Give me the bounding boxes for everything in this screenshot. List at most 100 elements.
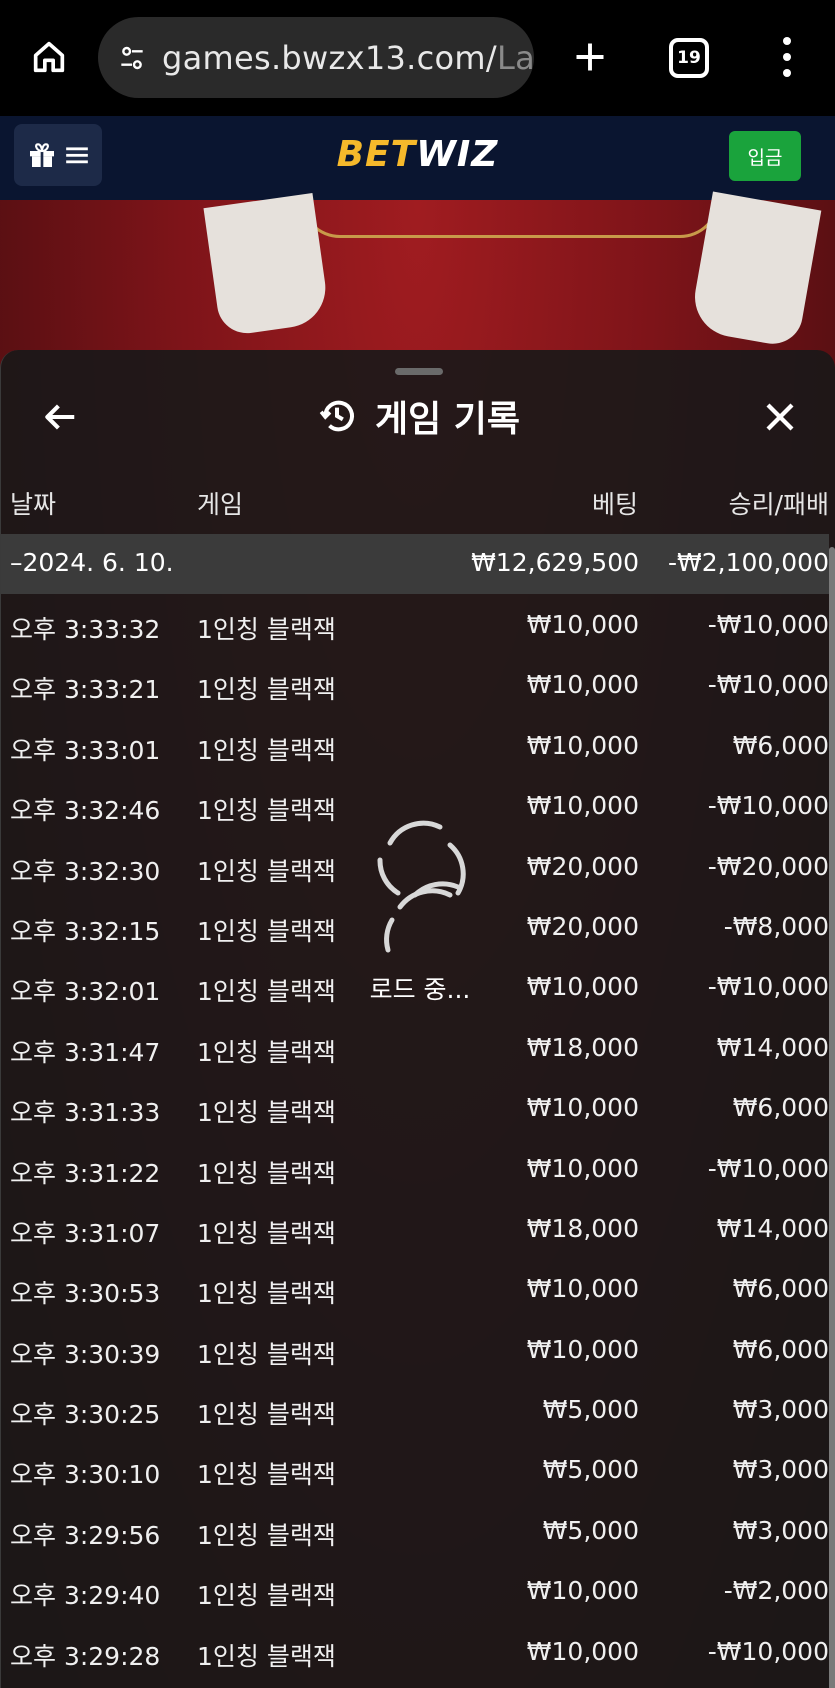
- drag-handle[interactable]: [395, 368, 443, 375]
- row-win-loss: ₩3,000: [732, 1455, 829, 1485]
- row-game: 1인칭 블랙잭: [197, 1339, 336, 1369]
- row-time: 오후 3:31:33: [10, 1098, 161, 1128]
- row-win-loss: ₩3,000: [732, 1395, 829, 1425]
- date-group-win-loss-total: -₩2,100,000: [668, 548, 829, 577]
- row-bet: ₩20,000: [526, 911, 639, 941]
- table-row[interactable]: 오후 3:29:56 1인칭 블랙잭 ₩5,000 ₩3,000: [1, 1500, 829, 1560]
- panel-title: 게임 기록: [1, 392, 835, 440]
- row-game: 1인칭 블랙잭: [197, 1581, 336, 1611]
- table-row[interactable]: 오후 3:30:25 1인칭 블랙잭 ₩5,000 ₩3,000: [1, 1379, 829, 1439]
- table-row[interactable]: 오후 3:33:21 1인칭 블랙잭 ₩10,000 -₩10,000: [1, 654, 829, 714]
- table-row[interactable]: 오후 3:31:07 1인칭 블랙잭 ₩18,000 ₩14,000: [1, 1198, 829, 1258]
- browser-toolbar: games.bwzx13.com/La 19: [0, 0, 835, 116]
- row-game: 1인칭 블랙잭: [197, 1520, 336, 1550]
- spinner-icon: [377, 820, 466, 953]
- home-button[interactable]: [24, 32, 74, 82]
- row-time: 오후 3:32:01: [10, 977, 161, 1007]
- loading-indicator: 로드 중...: [350, 815, 490, 1015]
- row-game: 1인칭 블랙잭: [197, 1218, 336, 1248]
- table-row[interactable]: 오후 3:33:32 1인칭 블랙잭 ₩10,000 -₩10,000: [1, 594, 829, 654]
- row-bet: ₩5,000: [542, 1515, 639, 1545]
- row-win-loss: -₩20,000: [707, 851, 829, 881]
- row-game: 1인칭 블랙잭: [197, 615, 336, 644]
- panel-title-text: 게임 기록: [374, 399, 520, 440]
- row-bet: ₩10,000: [526, 1093, 639, 1123]
- more-vert-icon[interactable]: [770, 32, 804, 82]
- row-win-loss: ₩3,000: [732, 1515, 829, 1545]
- row-win-loss: -₩10,000: [707, 610, 829, 639]
- history-list: 오후 3:33:32 1인칭 블랙잭 ₩10,000 -₩10,000 오후 3:33…: [1, 594, 829, 1681]
- scrollbar[interactable]: [829, 547, 835, 1688]
- row-time: 오후 3:30:39: [10, 1339, 161, 1369]
- dealer-arm-left: [203, 192, 331, 338]
- table-row[interactable]: 오후 3:29:28 1인칭 블랙잭 ₩10,000 -₩10,000: [1, 1621, 829, 1681]
- row-bet: ₩10,000: [526, 1576, 639, 1606]
- column-header-win-loss: 승리/패배: [728, 490, 829, 519]
- row-game: 1인칭 블랙잭: [197, 1641, 336, 1671]
- row-win-loss: -₩10,000: [707, 791, 829, 821]
- row-time: 오후 3:31:07: [10, 1218, 161, 1248]
- row-time: 오후 3:30:53: [10, 1279, 161, 1309]
- row-time: 오후 3:31:47: [10, 1037, 161, 1067]
- table-row[interactable]: 오후 3:31:22 1인칭 블랙잭 ₩10,000 -₩10,000: [1, 1138, 829, 1198]
- row-win-loss: ₩14,000: [716, 1213, 829, 1243]
- row-time: 오후 3:33:21: [10, 675, 161, 705]
- row-win-loss: ₩6,000: [732, 1334, 829, 1364]
- date-group-row[interactable]: –2024. 6. 10. ₩12,629,500 -₩2,100,000: [1, 534, 829, 594]
- row-time: 오후 3:31:22: [10, 1158, 161, 1188]
- column-header-bet: 베팅: [591, 490, 638, 519]
- table-rim: [300, 198, 720, 238]
- table-row[interactable]: 오후 3:30:10 1인칭 블랙잭 ₩5,000 ₩3,000: [1, 1439, 829, 1499]
- row-time: 오후 3:30:10: [10, 1460, 161, 1490]
- column-header-date: 날짜: [10, 490, 57, 519]
- row-game: 1인칭 블랙잭: [197, 1037, 336, 1067]
- row-bet: ₩10,000: [526, 610, 639, 639]
- table-row[interactable]: 오후 3:29:40 1인칭 블랙잭 ₩10,000 -₩2,000: [1, 1560, 829, 1620]
- row-time: 오후 3:32:30: [10, 856, 161, 886]
- deposit-button[interactable]: 입금: [729, 131, 801, 181]
- row-bet: ₩10,000: [526, 730, 639, 760]
- row-time: 오후 3:32:15: [10, 916, 161, 946]
- row-bet: ₩10,000: [526, 1153, 639, 1183]
- row-bet: ₩5,000: [542, 1395, 639, 1425]
- row-win-loss: ₩6,000: [732, 730, 829, 760]
- loading-label: 로드 중...: [369, 975, 471, 1004]
- date-group-date: –2024. 6. 10.: [10, 548, 174, 577]
- row-win-loss: -₩10,000: [707, 1636, 829, 1666]
- betwiz-logo[interactable]: BETWIZ: [0, 134, 835, 175]
- history-icon: [319, 400, 354, 432]
- row-win-loss: ₩14,000: [716, 1032, 829, 1062]
- row-game: 1인칭 블랙잭: [197, 977, 336, 1007]
- table-row[interactable]: 오후 3:30:39 1인칭 블랙잭 ₩10,000 ₩6,000: [1, 1319, 829, 1379]
- close-button[interactable]: [757, 394, 803, 440]
- row-win-loss: ₩6,000: [732, 1093, 829, 1123]
- table-row[interactable]: 오후 3:31:33 1인칭 블랙잭 ₩10,000 ₩6,000: [1, 1077, 829, 1137]
- row-win-loss: ₩6,000: [732, 1274, 829, 1304]
- plus-icon: [576, 43, 604, 71]
- url-text: games.bwzx13.com/La: [162, 38, 534, 77]
- row-game: 1인칭 블랙잭: [197, 1279, 336, 1309]
- tune-icon[interactable]: [116, 41, 148, 75]
- row-bet: ₩10,000: [526, 1334, 639, 1364]
- row-time: 오후 3:32:46: [10, 796, 161, 826]
- row-bet: ₩10,000: [526, 670, 639, 700]
- row-game: 1인칭 블랙잭: [197, 1460, 336, 1490]
- row-bet: ₩18,000: [526, 1213, 639, 1243]
- tab-switcher-button[interactable]: 19: [669, 38, 709, 78]
- home-icon: [33, 41, 65, 73]
- new-tab-button[interactable]: [565, 32, 615, 82]
- date-group-bet-total: ₩12,629,500: [471, 548, 639, 577]
- close-icon: [766, 403, 794, 431]
- table-row[interactable]: 오후 3:33:01 1인칭 블랙잭 ₩10,000 ₩6,000: [1, 715, 829, 775]
- row-win-loss: -₩10,000: [707, 1153, 829, 1183]
- row-bet: ₩10,000: [526, 791, 639, 821]
- row-time: 오후 3:33:32: [10, 615, 161, 644]
- row-game: 1인칭 블랙잭: [197, 675, 336, 705]
- row-time: 오후 3:29:40: [10, 1581, 161, 1611]
- column-header-game: 게임: [197, 490, 244, 519]
- table-row[interactable]: 오후 3:31:47 1인칭 블랙잭 ₩18,000 ₩14,000: [1, 1017, 829, 1077]
- table-row[interactable]: 오후 3:30:53 1인칭 블랙잭 ₩10,000 ₩6,000: [1, 1258, 829, 1318]
- row-time: 오후 3:30:25: [10, 1400, 161, 1430]
- address-bar[interactable]: games.bwzx13.com/La: [98, 17, 534, 98]
- row-bet: ₩5,000: [542, 1455, 639, 1485]
